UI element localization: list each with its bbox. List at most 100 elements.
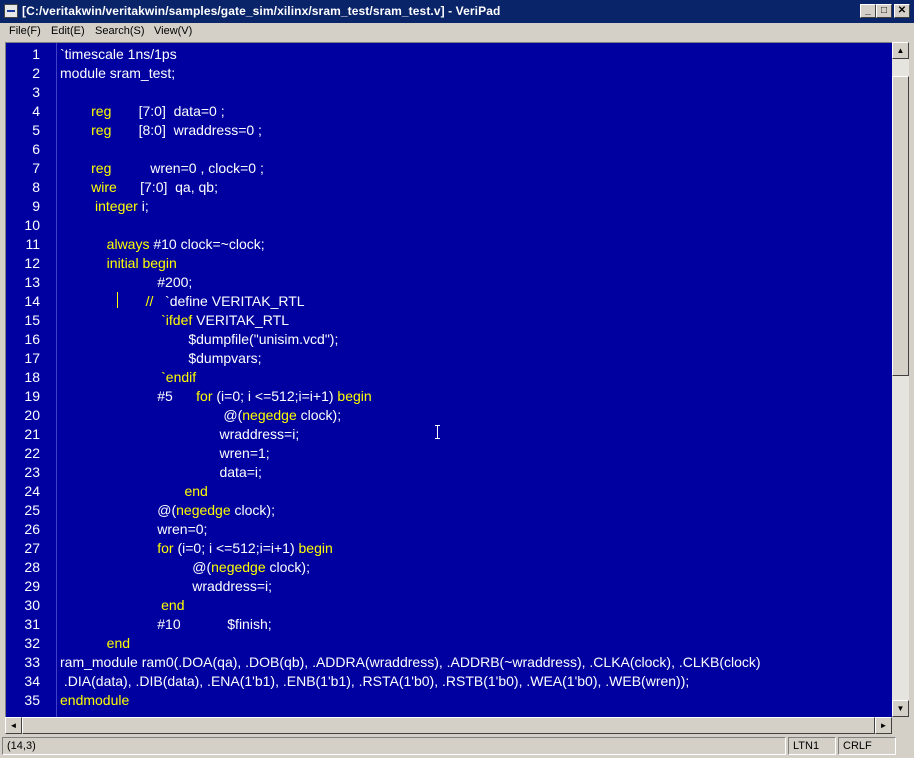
line-number: 31 bbox=[24, 616, 40, 632]
code-text: VERITAK_RTL bbox=[196, 312, 290, 328]
window-title: [C:/veritakwin/veritakwin/samples/gate_s… bbox=[22, 4, 501, 18]
code-line[interactable]: .DIA(data), .DIB(data), .ENA(1'b1), .ENB… bbox=[60, 672, 689, 691]
code-text: `timescale 1ns/1ps bbox=[60, 46, 177, 62]
code-line[interactable]: reg wren=0 , clock=0 ; bbox=[60, 159, 264, 178]
line-number: 33 bbox=[24, 654, 40, 670]
code-line[interactable]: endmodule bbox=[60, 691, 129, 710]
code-keyword: integer bbox=[60, 198, 142, 214]
line-number: 23 bbox=[24, 464, 40, 480]
menu-search[interactable]: Search(S) bbox=[95, 25, 145, 37]
menu-bar: File(F) Edit(E) Search(S) View(V) bbox=[0, 23, 914, 41]
menu-edit[interactable]: Edit(E) bbox=[51, 25, 85, 37]
line-number: 24 bbox=[24, 483, 40, 499]
code-line[interactable]: @(negedge clock); bbox=[60, 501, 275, 520]
code-line[interactable]: module sram_test; bbox=[60, 64, 175, 83]
code-text: ram_module ram0(.DOA(qa), .DOB(qb), .ADD… bbox=[60, 654, 761, 670]
line-number: 35 bbox=[24, 692, 40, 708]
code-text: #5 bbox=[60, 388, 197, 404]
line-number: 6 bbox=[32, 141, 40, 157]
line-number: 25 bbox=[24, 502, 40, 518]
menu-file[interactable]: File(F) bbox=[9, 25, 41, 37]
vertical-scrollbar[interactable]: ▲ ▼ bbox=[892, 42, 909, 717]
horizontal-scrollbar[interactable]: ◄ ► bbox=[5, 717, 892, 734]
code-keyword: reg bbox=[60, 103, 139, 119]
code-text: #200; bbox=[60, 274, 193, 290]
line-number: 12 bbox=[24, 255, 40, 271]
scroll-down-button[interactable]: ▼ bbox=[892, 700, 909, 717]
code-text: [7:0] qa, qb; bbox=[140, 179, 218, 195]
code-line[interactable]: end bbox=[60, 482, 207, 501]
code-line[interactable]: #10 $finish; bbox=[60, 615, 271, 634]
code-line[interactable]: end bbox=[60, 596, 185, 615]
code-text: (i=0; i <=512;i=i+1) bbox=[216, 388, 338, 404]
code-text: module sram_test; bbox=[60, 65, 176, 81]
line-number: 17 bbox=[24, 350, 40, 366]
code-keyword: `ifdef bbox=[60, 312, 197, 328]
vertical-scroll-thumb[interactable] bbox=[892, 76, 909, 377]
code-line[interactable]: `ifdef VERITAK_RTL bbox=[60, 311, 289, 330]
code-line[interactable]: $dumpfile("unisim.vcd"); bbox=[60, 330, 338, 349]
code-line[interactable]: end bbox=[60, 634, 130, 653]
cursor-position: (14,3) bbox=[2, 737, 786, 755]
code-keyword: negedge bbox=[176, 502, 235, 518]
maximize-button[interactable]: □ bbox=[876, 4, 892, 18]
line-number: 3 bbox=[32, 84, 40, 100]
title-bar[interactable]: [C:/veritakwin/veritakwin/samples/gate_s… bbox=[0, 0, 914, 23]
code-text: (i=0; i <=512;i=i+1) bbox=[177, 540, 299, 556]
line-number: 4 bbox=[32, 103, 40, 119]
line-number: 27 bbox=[24, 540, 40, 556]
code-keyword: reg bbox=[60, 122, 139, 138]
line-number: 20 bbox=[24, 407, 40, 423]
code-line[interactable]: `endif bbox=[60, 368, 196, 387]
line-number: 26 bbox=[24, 521, 40, 537]
code-line[interactable]: `timescale 1ns/1ps bbox=[60, 45, 177, 64]
line-number: 10 bbox=[24, 217, 40, 233]
code-text: clock); bbox=[234, 502, 275, 518]
code-line[interactable]: wraddress=i; bbox=[60, 577, 272, 596]
code-line[interactable]: wren=1; bbox=[60, 444, 269, 463]
code-line[interactable]: reg [8:0] wraddress=0 ; bbox=[60, 121, 262, 140]
app-icon[interactable] bbox=[4, 4, 18, 18]
status-bar: (14,3) LTN1 CRLF bbox=[0, 735, 914, 758]
code-line[interactable]: for (i=0; i <=512;i=i+1) begin bbox=[60, 539, 333, 558]
scroll-right-button[interactable]: ► bbox=[875, 717, 892, 734]
code-line[interactable]: #5 for (i=0; i <=512;i=i+1) begin bbox=[60, 387, 371, 406]
code-line[interactable]: wire [7:0] qa, qb; bbox=[60, 178, 218, 197]
code-text: `define VERITAK_RTL bbox=[165, 293, 305, 309]
code-text: data=i; bbox=[60, 464, 262, 480]
horizontal-scroll-thumb[interactable] bbox=[22, 717, 875, 734]
code-line[interactable]: @(negedge clock); bbox=[60, 406, 341, 425]
line-number: 13 bbox=[24, 274, 40, 290]
scroll-left-button[interactable]: ◄ bbox=[5, 717, 22, 734]
code-line[interactable]: ram_module ram0(.DOA(qa), .DOB(qb), .ADD… bbox=[60, 653, 761, 672]
code-line[interactable]: initial begin bbox=[60, 254, 177, 273]
code-line[interactable]: wraddress=i; bbox=[60, 425, 299, 444]
code-text: @( bbox=[60, 559, 212, 575]
code-text: wren=0; bbox=[60, 521, 208, 537]
code-line[interactable]: @(negedge clock); bbox=[60, 558, 310, 577]
line-number: 1 bbox=[32, 46, 40, 62]
code-line[interactable]: integer i; bbox=[60, 197, 149, 216]
code-line[interactable]: reg [7:0] data=0 ; bbox=[60, 102, 225, 121]
code-line[interactable]: always #10 clock=~clock; bbox=[60, 235, 265, 254]
line-number: 5 bbox=[32, 122, 40, 138]
code-keyword: end bbox=[60, 597, 185, 613]
code-line[interactable]: // `define VERITAK_RTL bbox=[60, 292, 305, 311]
code-keyword: end bbox=[60, 635, 131, 651]
scroll-up-button[interactable]: ▲ bbox=[892, 42, 909, 59]
code-text: wren=0 , clock=0 ; bbox=[150, 160, 264, 176]
line-number: 8 bbox=[32, 179, 40, 195]
close-button[interactable]: ✕ bbox=[894, 4, 910, 18]
code-line[interactable]: wren=0; bbox=[60, 520, 207, 539]
code-text: wraddress=i; bbox=[60, 578, 273, 594]
line-number: 18 bbox=[24, 369, 40, 385]
menu-view[interactable]: View(V) bbox=[154, 25, 192, 37]
code-editor[interactable]: 1 2 3 4 5 6 7 8 9 10 11 12 13 14 15 16 17 18 19 20 21 22 23 24 2… bbox=[5, 42, 892, 717]
minimize-button[interactable]: _ bbox=[860, 4, 876, 18]
code-line[interactable]: #200; bbox=[60, 273, 192, 292]
code-keyword: // bbox=[60, 293, 166, 309]
code-line[interactable]: $dumpvars; bbox=[60, 349, 261, 368]
code-text: #10 clock=~clock; bbox=[153, 236, 265, 252]
code-line[interactable]: data=i; bbox=[60, 463, 262, 482]
line-number: 30 bbox=[24, 597, 40, 613]
